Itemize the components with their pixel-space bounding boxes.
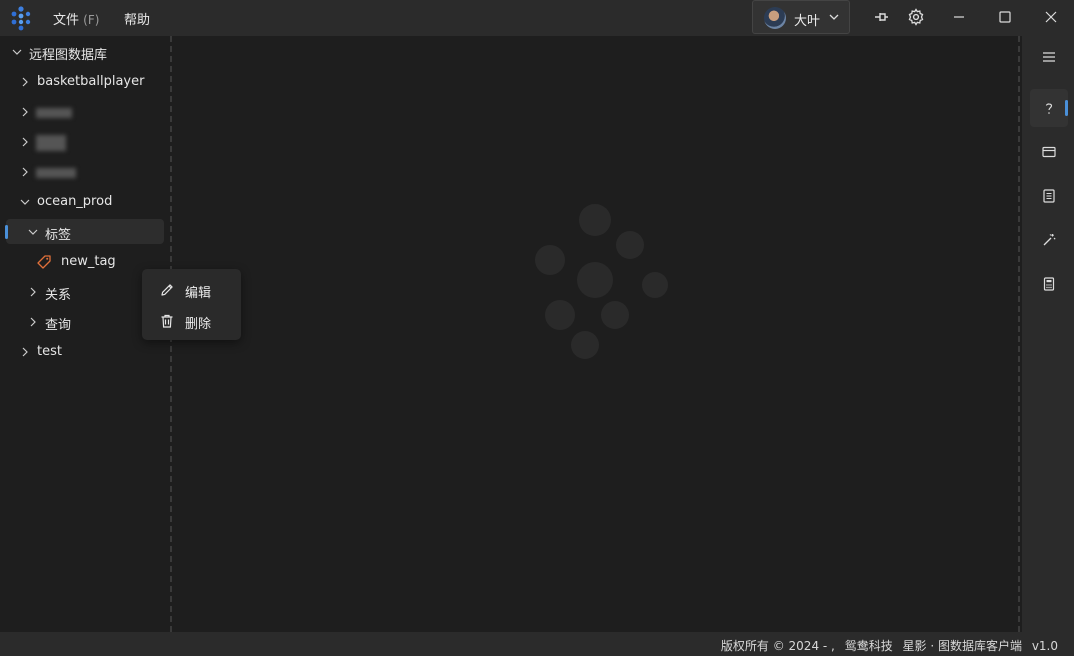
dock-wand-button[interactable]	[1030, 221, 1068, 259]
selection-indicator	[5, 225, 8, 239]
tree-item-query[interactable]: 查询	[24, 310, 134, 334]
chevron-down-icon	[12, 49, 22, 55]
magic-wand-icon	[1043, 234, 1056, 246]
context-menu-edit[interactable]: 编辑	[142, 276, 241, 304]
avatar	[764, 7, 786, 29]
context-menu: 编辑 删除	[142, 269, 241, 340]
menu-file-shortcut: (F)	[83, 13, 100, 27]
calculator-icon	[1043, 277, 1055, 291]
tree-item-redacted-1[interactable]	[16, 100, 166, 124]
dock-calculator-button[interactable]	[1030, 265, 1068, 303]
user-menu-button[interactable]: 大叶	[752, 0, 850, 34]
tree-item-label: 标签	[45, 228, 72, 243]
tag-icon	[37, 255, 51, 269]
dock-card-button[interactable]	[1030, 133, 1068, 171]
tree-item-tags[interactable]: 标签	[24, 220, 164, 244]
hamburger-menu-icon	[1043, 52, 1055, 62]
tree-item-label: test	[37, 344, 62, 359]
settings-gear-icon[interactable]	[907, 8, 925, 26]
chevron-right-icon	[30, 317, 36, 327]
context-menu-delete[interactable]: 删除	[142, 307, 241, 335]
tree-item-basketballplayer[interactable]: basketballplayer	[16, 70, 166, 94]
redacted-label	[36, 168, 76, 178]
chevron-down-icon	[829, 14, 839, 20]
tree-item-new-tag[interactable]: new_tag	[34, 250, 154, 274]
document-list-icon	[1043, 189, 1055, 203]
dock-help-button[interactable]	[1030, 89, 1068, 127]
tree-item-ocean-prod[interactable]: ocean_prod	[16, 190, 166, 214]
card-icon	[1042, 146, 1056, 158]
chevron-right-icon	[22, 77, 28, 87]
question-mark-icon	[1045, 103, 1053, 114]
chevron-right-icon	[22, 347, 28, 357]
context-menu-delete-label: 删除	[185, 317, 212, 332]
title-bar: 文件 (F) 帮助 大叶	[0, 0, 1074, 36]
tree-item-label: 关系	[45, 288, 72, 303]
version-label: v1.0	[1031, 639, 1058, 653]
dock-menu-button[interactable]	[1030, 38, 1068, 76]
chevron-right-icon	[22, 167, 28, 177]
trash-icon	[161, 314, 173, 328]
close-icon[interactable]	[1042, 8, 1060, 26]
maximize-icon[interactable]	[996, 8, 1014, 26]
chevron-right-icon	[22, 107, 28, 117]
redacted-label	[36, 108, 72, 118]
copyright-text: 版权所有 © 2024 - ,	[720, 639, 835, 653]
dock-resize-handle[interactable]	[1018, 36, 1020, 632]
tree-item-edges[interactable]: 关系	[24, 280, 134, 304]
tree-root-remote-db[interactable]: 远程图数据库	[8, 40, 168, 64]
app-watermark-logo	[535, 204, 668, 359]
company-name: 鸳鸯科技	[844, 639, 893, 653]
product-name: 星影 · 图数据库客户端	[902, 639, 1022, 653]
context-menu-edit-label: 编辑	[185, 286, 212, 301]
chevron-down-icon	[28, 229, 38, 235]
tree-item-label: ocean_prod	[37, 194, 113, 209]
pencil-icon	[161, 284, 173, 296]
tree-item-label: basketballplayer	[37, 74, 145, 89]
chevron-right-icon	[30, 287, 36, 297]
status-bar: 版权所有 © 2024 - , 鸳鸯科技 星影 · 图数据库客户端 v1.0	[0, 632, 1074, 656]
menu-help[interactable]: 帮助	[124, 9, 150, 28]
tree-item-label: new_tag	[61, 254, 116, 269]
user-name: 大叶	[794, 14, 821, 29]
menu-file-label: 文件	[53, 13, 80, 28]
tree-item-label: 查询	[45, 318, 72, 333]
pin-icon[interactable]	[872, 8, 890, 26]
tree-root-label: 远程图数据库	[29, 48, 108, 63]
tree-item-redacted-2[interactable]	[16, 130, 166, 154]
dock-active-indicator	[1065, 100, 1068, 116]
status-text: 版权所有 © 2024 - , 鸳鸯科技 星影 · 图数据库客户端 v1.0	[715, 637, 1058, 654]
tree-item-redacted-3[interactable]	[16, 160, 166, 184]
minimize-icon[interactable]	[950, 8, 968, 26]
chevron-right-icon	[22, 137, 28, 147]
menu-file[interactable]: 文件 (F)	[53, 9, 99, 28]
redacted-label	[36, 135, 66, 151]
app-logo	[11, 6, 31, 31]
dock-document-button[interactable]	[1030, 177, 1068, 215]
chevron-down-icon	[20, 199, 30, 205]
tree-item-test[interactable]: test	[16, 340, 166, 364]
